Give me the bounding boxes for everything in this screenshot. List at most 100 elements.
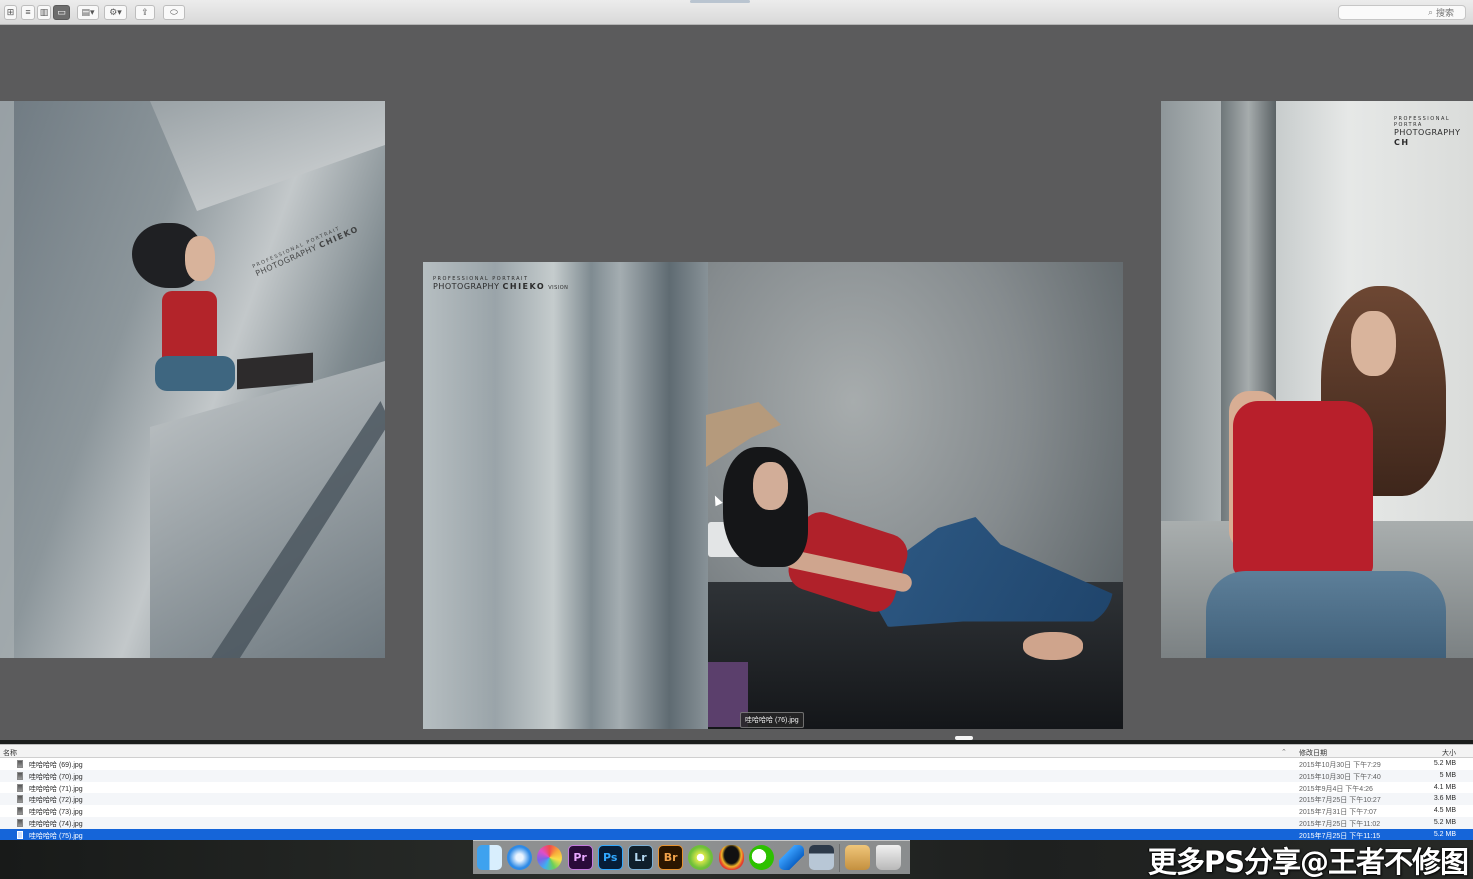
- image-file-icon: [17, 771, 23, 780]
- face: [1351, 311, 1396, 376]
- chrome-icon[interactable]: [688, 845, 714, 870]
- search-icon: ⌕: [1427, 7, 1433, 17]
- tag-icon: ⬭: [170, 7, 178, 17]
- box: [237, 352, 313, 390]
- file-date: 2015年10月30日 下午7:29: [1299, 762, 1381, 769]
- photoshop-icon[interactable]: Ps: [597, 845, 623, 870]
- image-file-icon: [17, 760, 23, 768]
- filename-tooltip: 哇哈哈哈 (76).jpg: [740, 712, 804, 728]
- table-row[interactable]: 哇哈哈哈 (74).jpg 2015年7月25日 下午11:02 5.2 MB: [0, 816, 1473, 829]
- premiere-icon[interactable]: Pr: [567, 845, 593, 870]
- file-size: 4.5 MB: [1433, 807, 1456, 815]
- clapperboard-icon[interactable]: [809, 845, 835, 870]
- finder-icon[interactable]: [477, 845, 502, 870]
- file-size: 5.2 MB: [1433, 760, 1456, 767]
- share-button[interactable]: ⇪: [135, 5, 155, 20]
- photos-icon[interactable]: [537, 845, 563, 870]
- bridge-icon[interactable]: Br: [658, 845, 684, 870]
- watermark-brand: CH: [1394, 137, 1410, 147]
- lightroom-icon[interactable]: Lr: [627, 845, 653, 870]
- cover-flow-view-icon: ▭: [57, 7, 66, 17]
- qq-icon[interactable]: [718, 845, 744, 870]
- finder-toolbar: ⊞ ≡ ▥ ▭ ▤▾ ⚙▾ ⇪ ⬭ ⌕: [0, 0, 1473, 25]
- file-date: 2015年9月4日 下午4:26: [1299, 785, 1373, 793]
- file-size: 3.6 MB: [1433, 795, 1456, 803]
- finder-window: ⊞ ≡ ▥ ▭ ▤▾ ⚙▾ ⇪ ⬭ ⌕ PROFESSIONAL PORTRAI…: [0, 0, 1473, 879]
- photo-watermark: PROFESSIONAL PORTRAIT PHOTOGRAPHY CHIEKO…: [433, 276, 568, 292]
- file-name: 哇哈哈哈 (74).jpg: [29, 820, 83, 828]
- image-file-icon: [17, 795, 23, 804]
- safari-icon[interactable]: [507, 845, 533, 870]
- column-header-size[interactable]: 大小: [1442, 748, 1456, 758]
- table-row[interactable]: 哇哈哈哈 (69).jpg 2015年10月30日 下午7:29 5.2 MB: [0, 758, 1473, 770]
- cover-flow-view-button[interactable]: ▭: [53, 5, 70, 20]
- file-size: 5.2 MB: [1433, 830, 1456, 838]
- file-name: 哇哈哈哈 (70).jpg: [29, 773, 83, 781]
- image-file-icon: [17, 818, 23, 827]
- tag-button[interactable]: ⬭: [163, 5, 185, 20]
- file-size: 5.2 MB: [1433, 818, 1456, 826]
- watermark-prefix: PHOTOGRAPHY: [433, 282, 500, 291]
- icon-view-icon: ⊞: [6, 7, 15, 17]
- file-size: 4.1 MB: [1433, 783, 1456, 791]
- watermark-brand: CHIEKO: [502, 282, 546, 291]
- cover-flow-image-next[interactable]: PROFESSIONAL PORTRA PHOTOGRAPHY CH: [1161, 101, 1473, 658]
- red-top: [1233, 401, 1373, 576]
- watermark-line1: PROFESSIONAL PORTRAIT: [251, 225, 342, 270]
- image-edge: [0, 101, 14, 658]
- search-input[interactable]: [1436, 7, 1456, 18]
- column-view-icon: ▥: [39, 7, 49, 17]
- table-row[interactable]: 哇哈哈哈 (72).jpg 2015年7月25日 下午10:27 3.6 MB: [0, 793, 1473, 806]
- table-row[interactable]: 哇哈哈哈 (70).jpg 2015年10月30日 下午7:40 5 MB: [0, 769, 1473, 782]
- dock-separator: [839, 843, 841, 872]
- bird-app-icon[interactable]: [778, 845, 804, 870]
- face: [753, 462, 788, 510]
- search-field[interactable]: ⌕: [1338, 5, 1466, 20]
- share-icon: ⇪: [141, 7, 149, 17]
- cover-flow-scroll-handle[interactable]: [955, 736, 973, 740]
- image-file-icon: [17, 830, 23, 839]
- arrange-button[interactable]: ▤▾: [77, 5, 99, 20]
- jeans: [1206, 571, 1446, 658]
- cover-flow-view[interactable]: PROFESSIONAL PORTRAIT PHOTOGRAPHY CHIEKO…: [0, 25, 1473, 740]
- file-name: 哇哈哈哈 (72).jpg: [29, 797, 83, 805]
- column-view-button[interactable]: ▥: [37, 5, 51, 20]
- watermark-prefix: PHOTOGRAPHY: [1394, 128, 1461, 137]
- sort-chevron-up-icon: ⌃: [1281, 749, 1287, 756]
- wechat-icon[interactable]: [748, 845, 774, 870]
- file-name: 哇哈哈哈 (69).jpg: [29, 762, 83, 769]
- list-header: 名称 ⌃ 修改日期 大小: [0, 744, 1473, 758]
- image-file-icon: [17, 807, 23, 816]
- brand-watermark: 更多PS分享@王者不修图: [1147, 845, 1469, 879]
- face: [185, 236, 215, 281]
- trash-icon[interactable]: [875, 845, 901, 870]
- file-size: 5 MB: [1439, 771, 1456, 779]
- list-view-icon: ≡: [25, 7, 31, 17]
- arrange-icon: ▤▾: [81, 7, 95, 17]
- dock: Pr Ps Lr Br: [473, 840, 910, 874]
- watermark-suffix: VISION: [548, 285, 569, 291]
- table-row[interactable]: 哇哈哈哈 (73).jpg 2015年7月31日 下午7:07 4.5 MB: [0, 805, 1473, 817]
- column-header-date[interactable]: 修改日期: [1299, 748, 1327, 758]
- action-button[interactable]: ⚙▾: [104, 5, 127, 20]
- watermark-line1: PROFESSIONAL PORTRA: [1394, 116, 1451, 128]
- file-name: 哇哈哈哈 (73).jpg: [29, 809, 83, 817]
- file-date: 2015年7月25日 下午11:02: [1299, 820, 1381, 828]
- archive-box-icon[interactable]: [845, 845, 871, 870]
- feet: [1023, 632, 1083, 660]
- gear-icon: ⚙▾: [109, 7, 122, 17]
- photo-watermark: PROFESSIONAL PORTRA PHOTOGRAPHY CH: [1394, 116, 1473, 147]
- ceiling: [150, 101, 385, 211]
- file-date: 2015年7月31日 下午7:07: [1299, 809, 1377, 817]
- window-title: [690, 0, 750, 3]
- jeans: [155, 356, 235, 391]
- column-header-name[interactable]: 名称: [3, 748, 17, 758]
- file-list[interactable]: 名称 ⌃ 修改日期 大小 哇哈哈哈 (69).jpg 2015年10月30日 下午…: [0, 744, 1473, 841]
- cover-flow-image-previous[interactable]: PROFESSIONAL PORTRAIT PHOTOGRAPHY CHIEKO: [0, 101, 385, 658]
- icon-view-button[interactable]: ⊞: [4, 5, 17, 20]
- list-view-button[interactable]: ≡: [21, 5, 35, 20]
- cover-flow-image-current[interactable]: PROFESSIONAL PORTRAIT PHOTOGRAPHY CHIEKO…: [423, 262, 1123, 729]
- table-row[interactable]: 哇哈哈哈 (71).jpg 2015年9月4日 下午4:26 4.1 MB: [0, 782, 1473, 794]
- red-top: [162, 291, 217, 361]
- file-date: 2015年7月25日 下午10:27: [1299, 797, 1381, 805]
